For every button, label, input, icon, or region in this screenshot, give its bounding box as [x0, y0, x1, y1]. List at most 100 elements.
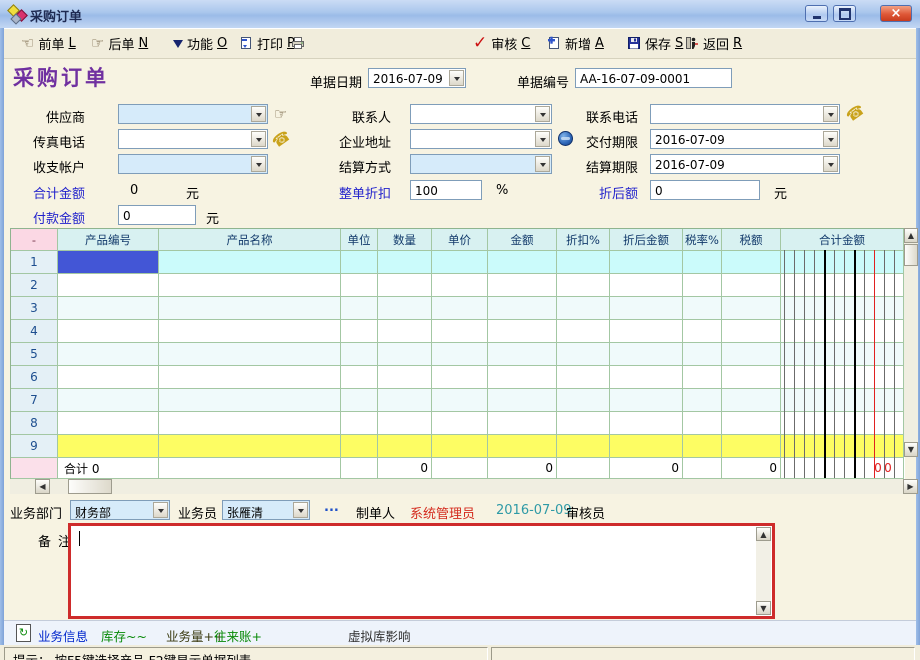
table-hscrollbar[interactable]: ◀ ▶ [10, 479, 918, 494]
refresh-doc-icon[interactable]: ↻ [16, 624, 31, 642]
dept-combo[interactable]: 财务部 [70, 500, 170, 520]
chevron-down-icon[interactable] [449, 70, 464, 86]
table-cell[interactable] [159, 320, 341, 343]
table-cell[interactable] [378, 389, 432, 412]
table-cell[interactable] [781, 343, 904, 366]
table-cell[interactable] [610, 389, 683, 412]
table-cell[interactable] [683, 435, 722, 458]
table-cell[interactable] [557, 412, 610, 435]
chevron-down-icon[interactable] [535, 106, 550, 122]
delivery-date-combo[interactable]: 2016-07-09 [650, 129, 840, 149]
table-cell[interactable] [432, 320, 488, 343]
chevron-down-icon[interactable] [153, 502, 168, 518]
toolbar-button-new-doc[interactable]: 新增A [544, 32, 607, 54]
row-number[interactable]: 9 [11, 435, 58, 458]
table-cell[interactable] [557, 343, 610, 366]
table-cell[interactable] [557, 320, 610, 343]
table-cell[interactable] [432, 297, 488, 320]
column-header[interactable]: 折后金额 [610, 229, 683, 251]
table-cell[interactable] [781, 389, 904, 412]
row-number[interactable]: 7 [11, 389, 58, 412]
column-header[interactable]: 单价 [432, 229, 488, 251]
table-cell[interactable] [488, 412, 557, 435]
table-cell[interactable] [610, 366, 683, 389]
table-cell[interactable] [159, 297, 341, 320]
table-cell[interactable] [378, 343, 432, 366]
account-combo[interactable] [118, 154, 268, 174]
table-cell[interactable] [610, 320, 683, 343]
doc-date-combo[interactable]: 2016-07-09 [368, 68, 466, 88]
chevron-down-icon[interactable] [251, 156, 266, 172]
table-cell[interactable] [488, 389, 557, 412]
close-button[interactable]: × [880, 5, 912, 22]
chevron-down-icon[interactable] [251, 106, 266, 122]
table-cell[interactable] [683, 320, 722, 343]
vscroll-thumb[interactable] [904, 244, 918, 266]
table-cell[interactable] [378, 274, 432, 297]
table-cell[interactable] [683, 343, 722, 366]
settle-method-combo[interactable] [410, 154, 552, 174]
table-cell[interactable] [341, 274, 378, 297]
maximize-button[interactable] [833, 5, 856, 22]
chevron-down-icon[interactable] [251, 131, 266, 147]
chevron-down-icon[interactable] [823, 131, 838, 147]
table-cell[interactable] [610, 412, 683, 435]
clerk-combo[interactable]: 张雁清 [222, 500, 310, 520]
table-cell[interactable] [432, 412, 488, 435]
selected-cell[interactable] [58, 251, 159, 274]
table-cell[interactable] [683, 412, 722, 435]
settle-date-combo[interactable]: 2016-07-09 [650, 154, 840, 174]
table-cell[interactable] [610, 343, 683, 366]
more-button[interactable]: ... [324, 500, 339, 515]
table-cell[interactable] [722, 366, 781, 389]
table-cell[interactable] [58, 297, 159, 320]
table-cell[interactable] [58, 320, 159, 343]
table-cell[interactable] [488, 366, 557, 389]
table-cell[interactable] [378, 412, 432, 435]
scroll-down-icon[interactable]: ▼ [756, 601, 771, 615]
remark-textarea[interactable]: ▲ ▼ [71, 526, 772, 616]
table-cell[interactable] [781, 366, 904, 389]
toolbar-button-hand-left[interactable]: ☜前单L [18, 32, 79, 54]
order-discount-field[interactable]: 100 [410, 180, 482, 200]
table-cell[interactable] [378, 320, 432, 343]
scroll-down-icon[interactable]: ▼ [904, 442, 918, 457]
table-cell[interactable] [610, 274, 683, 297]
column-header[interactable]: 产品名称 [159, 229, 341, 251]
table-cell[interactable] [341, 320, 378, 343]
table-cell[interactable] [781, 251, 904, 274]
table-cell[interactable] [488, 435, 557, 458]
row-number[interactable]: 8 [11, 412, 58, 435]
printer-icon[interactable] [291, 36, 305, 50]
table-cell[interactable] [341, 366, 378, 389]
doc-no-field[interactable]: AA-16-07-09-0001 [575, 68, 732, 88]
chevron-down-icon[interactable] [293, 502, 308, 518]
scroll-up-icon[interactable]: ▲ [904, 228, 918, 243]
table-cell[interactable] [610, 251, 683, 274]
toolbar-button-return[interactable]: 返回R [682, 32, 745, 54]
table-cell[interactable] [683, 366, 722, 389]
column-header[interactable]: 折扣% [557, 229, 610, 251]
table-cell[interactable] [683, 389, 722, 412]
scroll-left-icon[interactable]: ◀ [35, 479, 50, 494]
table-cell[interactable] [58, 343, 159, 366]
table-cell[interactable] [722, 412, 781, 435]
row-number[interactable]: 5 [11, 343, 58, 366]
table-cell[interactable] [341, 251, 378, 274]
table-cell[interactable] [722, 435, 781, 458]
table-cell[interactable] [683, 251, 722, 274]
table-cell[interactable] [58, 366, 159, 389]
info-link[interactable]: 库存~~ [101, 626, 147, 645]
table-cell[interactable] [159, 274, 341, 297]
table-cell[interactable] [341, 435, 378, 458]
column-header[interactable]: 单位 [341, 229, 378, 251]
table-cell[interactable] [378, 251, 432, 274]
toolbar-button-save[interactable]: 保存S [624, 32, 686, 54]
scroll-up-icon[interactable]: ▲ [756, 527, 771, 541]
toolbar-button-hand-right[interactable]: ☞后单N [88, 32, 151, 54]
table-cell[interactable] [58, 274, 159, 297]
globe-icon[interactable] [558, 131, 573, 146]
table-cell[interactable] [488, 251, 557, 274]
contact-combo[interactable] [410, 104, 552, 124]
table-cell[interactable] [159, 435, 341, 458]
